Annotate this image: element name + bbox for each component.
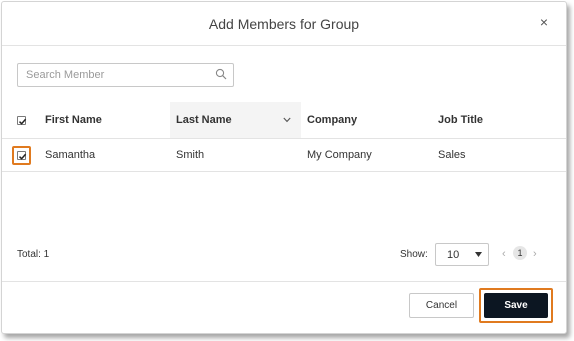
search-input[interactable] bbox=[18, 64, 208, 86]
search-icon[interactable] bbox=[215, 68, 227, 80]
page-size-label: Show: bbox=[400, 249, 428, 260]
chevron-down-icon bbox=[283, 117, 291, 123]
close-icon[interactable]: × bbox=[540, 14, 548, 30]
select-all-checkbox[interactable] bbox=[17, 116, 27, 125]
total-count: Total: 1 bbox=[17, 249, 50, 260]
pager-current-page[interactable]: 1 bbox=[513, 246, 527, 260]
column-header-company[interactable]: Company bbox=[307, 102, 432, 138]
column-header-last-name[interactable]: Last Name bbox=[170, 102, 301, 138]
add-members-dialog: Add Members for Group × First Name Last … bbox=[1, 1, 567, 334]
dialog-title: Add Members for Group bbox=[208, 16, 360, 32]
column-header-last-name-label: Last Name bbox=[176, 114, 232, 126]
table-header: First Name Last Name Company Job Title bbox=[2, 102, 566, 139]
table-row[interactable]: Samantha Smith My Company Sales bbox=[2, 139, 566, 172]
divider bbox=[2, 281, 566, 282]
row-checkbox-highlight bbox=[12, 146, 31, 165]
cancel-button[interactable]: Cancel bbox=[409, 293, 474, 318]
page-size-value: 10 bbox=[447, 249, 460, 261]
search-box bbox=[17, 63, 234, 87]
cell-last-name: Smith bbox=[176, 149, 205, 161]
checkmark-icon bbox=[18, 118, 27, 125]
dialog-header: Add Members for Group × bbox=[2, 2, 566, 46]
caret-down-icon bbox=[475, 252, 482, 257]
save-button[interactable]: Save bbox=[484, 293, 548, 318]
pager-next-button[interactable]: › bbox=[533, 248, 537, 260]
cell-company: My Company bbox=[307, 149, 372, 161]
page-size-select[interactable]: 10 bbox=[435, 243, 489, 266]
pager-prev-button[interactable]: ‹ bbox=[502, 248, 506, 260]
cell-first-name: Samantha bbox=[45, 149, 96, 161]
table-footer: Total: 1 Show: 10 ‹ 1 › bbox=[2, 239, 566, 269]
cell-job-title: Sales bbox=[438, 149, 466, 161]
column-header-first-name[interactable]: First Name bbox=[45, 102, 170, 138]
column-header-job-title[interactable]: Job Title bbox=[438, 102, 563, 138]
